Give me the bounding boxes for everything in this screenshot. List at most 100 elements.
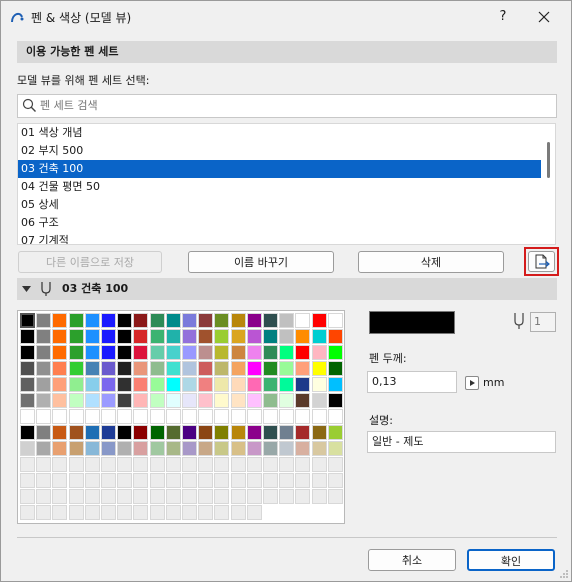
pen-color-cell[interactable] [230, 505, 246, 520]
pen-color-cell[interactable] [311, 457, 327, 472]
pen-color-cell[interactable] [149, 441, 165, 456]
pen-color-cell[interactable] [214, 473, 230, 488]
pen-color-cell[interactable] [84, 361, 100, 376]
list-item[interactable]: 01 색상 개념 [18, 124, 542, 142]
list-item[interactable]: 06 구조 [18, 214, 542, 232]
pen-color-cell[interactable] [230, 409, 246, 424]
pen-color-cell[interactable] [133, 441, 149, 456]
pen-color-cell[interactable] [279, 425, 295, 440]
pen-color-cell[interactable] [198, 473, 214, 488]
search-input[interactable] [40, 97, 540, 113]
pen-color-cell[interactable] [246, 425, 262, 440]
pen-color-cell[interactable] [198, 329, 214, 344]
pen-color-cell[interactable] [101, 345, 116, 360]
pen-color-cell[interactable] [36, 361, 52, 376]
pen-color-cell[interactable] [133, 393, 149, 408]
pen-color-cell[interactable] [36, 313, 52, 328]
pen-color-cell[interactable] [214, 457, 230, 472]
pen-color-cell[interactable] [84, 377, 100, 392]
pen-color-cell[interactable] [84, 441, 100, 456]
selected-color-swatch[interactable] [369, 311, 455, 334]
pen-color-cell[interactable] [117, 345, 133, 360]
resize-grip-icon[interactable] [559, 569, 569, 579]
pen-color-cell[interactable] [279, 409, 295, 424]
pen-color-cell[interactable] [101, 409, 116, 424]
pen-color-cell[interactable] [101, 441, 116, 456]
pen-color-cell[interactable] [165, 345, 181, 360]
pen-color-cell[interactable] [68, 505, 84, 520]
save-as-button[interactable]: 다른 이름으로 저장 [18, 251, 162, 273]
delete-button[interactable]: 삭제 [358, 251, 504, 273]
pen-color-cell[interactable] [68, 329, 84, 344]
pen-color-cell[interactable] [311, 377, 327, 392]
pen-color-cell[interactable] [36, 457, 52, 472]
pen-color-cell[interactable] [182, 505, 197, 520]
pen-color-cell[interactable] [20, 313, 35, 328]
pen-color-cell[interactable] [117, 313, 133, 328]
pen-color-cell[interactable] [198, 425, 214, 440]
pen-color-cell[interactable] [311, 361, 327, 376]
pen-color-cell[interactable] [117, 377, 133, 392]
pen-color-cell[interactable] [327, 425, 343, 440]
pen-color-cell[interactable] [36, 441, 52, 456]
pen-color-cell[interactable] [182, 345, 197, 360]
pen-color-cell[interactable] [20, 489, 35, 504]
pen-color-cell[interactable] [149, 505, 165, 520]
pen-color-cell[interactable] [117, 441, 133, 456]
pen-color-cell[interactable] [214, 505, 230, 520]
pen-color-cell[interactable] [149, 345, 165, 360]
pen-color-cell[interactable] [182, 329, 197, 344]
pen-color-cell[interactable] [52, 425, 68, 440]
pen-color-cell[interactable] [295, 425, 311, 440]
pen-color-cell[interactable] [20, 441, 35, 456]
ok-button[interactable]: 확인 [467, 549, 555, 571]
export-pen-set-button[interactable] [528, 251, 555, 272]
pen-color-cell[interactable] [133, 457, 149, 472]
pen-color-cell[interactable] [311, 409, 327, 424]
pen-set-list[interactable]: 01 색상 개념 02 부지 500 03 건축 100 04 건물 평면 50… [17, 123, 543, 245]
pen-color-cell[interactable] [36, 425, 52, 440]
pen-color-cell[interactable] [117, 505, 133, 520]
pen-color-cell[interactable] [198, 505, 214, 520]
pen-color-cell[interactable] [52, 313, 68, 328]
pen-color-cell[interactable] [52, 457, 68, 472]
pen-color-cell[interactable] [84, 313, 100, 328]
pen-color-cell[interactable] [327, 393, 343, 408]
pen-color-cell[interactable] [101, 505, 116, 520]
pen-color-cell[interactable] [20, 377, 35, 392]
pen-color-cell[interactable] [149, 489, 165, 504]
pen-color-cell[interactable] [101, 393, 116, 408]
pen-color-cell[interactable] [246, 393, 262, 408]
pen-color-cell[interactable] [165, 473, 181, 488]
pen-color-cell[interactable] [214, 393, 230, 408]
pen-color-cell[interactable] [20, 473, 35, 488]
pen-color-cell[interactable] [84, 393, 100, 408]
pen-color-cell[interactable] [84, 489, 100, 504]
pen-color-cell[interactable] [295, 393, 311, 408]
pen-color-cell[interactable] [117, 473, 133, 488]
help-button[interactable]: ? [489, 7, 517, 27]
list-item-selected[interactable]: 03 건축 100 [18, 160, 542, 178]
pen-color-cell[interactable] [84, 457, 100, 472]
pen-color-cell[interactable] [68, 345, 84, 360]
pen-color-grid[interactable] [17, 310, 345, 524]
pen-color-cell[interactable] [182, 441, 197, 456]
pen-color-cell[interactable] [101, 457, 116, 472]
pen-color-cell[interactable] [214, 425, 230, 440]
pen-color-cell[interactable] [101, 425, 116, 440]
pen-color-cell[interactable] [133, 505, 149, 520]
pen-color-cell[interactable] [214, 441, 230, 456]
description-input[interactable]: 일반 - 제도 [367, 431, 556, 453]
pen-color-cell[interactable] [133, 473, 149, 488]
pen-color-cell[interactable] [327, 409, 343, 424]
pen-table-header[interactable]: 03 건축 100 [17, 278, 557, 300]
pen-color-cell[interactable] [52, 505, 68, 520]
pen-color-cell[interactable] [149, 409, 165, 424]
pen-color-cell[interactable] [68, 361, 84, 376]
pen-color-cell[interactable] [149, 377, 165, 392]
pen-color-cell[interactable] [101, 361, 116, 376]
pen-color-cell[interactable] [295, 473, 311, 488]
pen-color-cell[interactable] [20, 425, 35, 440]
pen-color-cell[interactable] [68, 425, 84, 440]
pen-color-cell[interactable] [117, 409, 133, 424]
